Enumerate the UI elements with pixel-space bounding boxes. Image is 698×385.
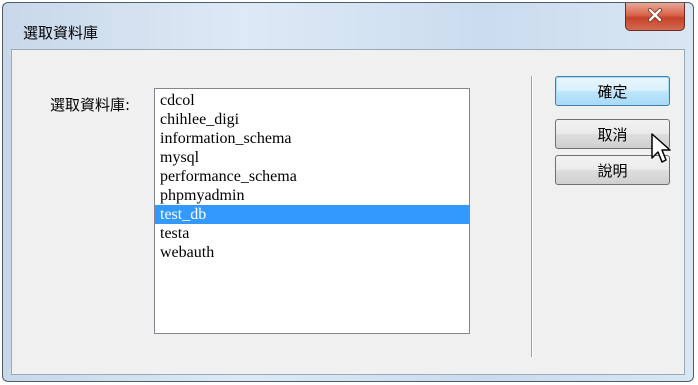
- close-icon: [647, 7, 663, 26]
- database-list-item[interactable]: mysql: [155, 148, 469, 167]
- vertical-divider: [531, 76, 533, 357]
- database-listbox[interactable]: cdcol chihlee_digi information_schema mysql…: [154, 88, 470, 334]
- ok-button[interactable]: 確定: [555, 76, 670, 106]
- database-label: 選取資料庫:: [50, 96, 131, 114]
- database-list-item[interactable]: test_db: [155, 205, 469, 224]
- dialog-body: 選取資料庫: cdcol chihlee_digi information_sche…: [11, 49, 685, 375]
- mouse-pointer-icon: [650, 132, 674, 168]
- title-bar[interactable]: 選取資料庫: [3, 3, 693, 49]
- database-list-item[interactable]: cdcol: [155, 91, 469, 110]
- database-list-item[interactable]: phpmyadmin: [155, 186, 469, 205]
- dialog-window: 選取資料庫 選取資料庫: cdcol chihlee_digi informatio…: [2, 2, 694, 382]
- database-list-item[interactable]: information_schema: [155, 129, 469, 148]
- database-list-item[interactable]: webauth: [155, 243, 469, 262]
- window-title: 選取資料庫: [23, 24, 99, 42]
- database-list-item[interactable]: performance_schema: [155, 167, 469, 186]
- database-list-item[interactable]: chihlee_digi: [155, 110, 469, 129]
- close-button[interactable]: [625, 3, 685, 31]
- database-list-item[interactable]: testa: [155, 224, 469, 243]
